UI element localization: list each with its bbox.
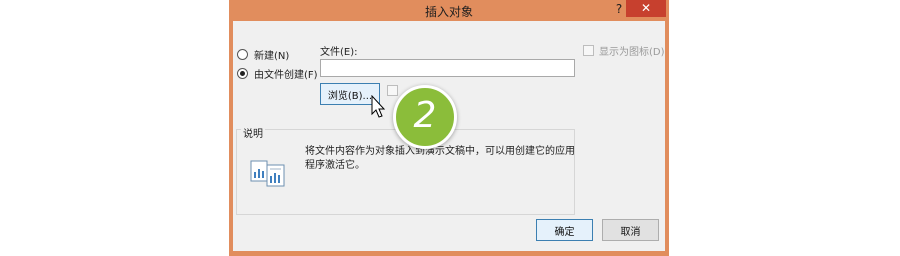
radio-new-label[interactable]: 新建(N) xyxy=(254,47,289,62)
description-text: 将文件内容作为对象插入到演示文稿中，可以用创建它的应用程序激活它。 xyxy=(305,146,575,171)
mouse-pointer-icon xyxy=(371,95,386,118)
display-as-icon-checkbox[interactable] xyxy=(583,45,594,56)
object-document-icon xyxy=(250,160,285,187)
cancel-button[interactable]: 取消 xyxy=(602,219,659,241)
close-icon: ✕ xyxy=(640,1,652,15)
ok-button[interactable]: 确定 xyxy=(536,219,593,241)
dialog-body: 新建(N) 由文件创建(F) 文件(E): 浏览(B)... 显示为图标(D) … xyxy=(233,21,665,251)
radio-from-file-label[interactable]: 由文件创建(F) xyxy=(254,66,318,81)
link-checkbox[interactable] xyxy=(387,85,398,96)
radio-new[interactable]: 新建(N) xyxy=(237,47,289,62)
radio-from-file-indicator[interactable] xyxy=(237,68,248,79)
radio-new-indicator[interactable] xyxy=(237,49,248,60)
display-as-icon-option[interactable]: 显示为图标(D) xyxy=(583,43,665,58)
display-as-icon-label[interactable]: 显示为图标(D) xyxy=(599,43,665,58)
file-label: 文件(E): xyxy=(320,47,358,58)
close-button[interactable]: ✕ xyxy=(626,0,666,17)
radio-from-file[interactable]: 由文件创建(F) xyxy=(237,66,318,81)
title-bar: 插入对象 ? ✕ xyxy=(229,0,669,21)
dialog-title: 插入对象 xyxy=(424,5,473,19)
description-group-label: 说明 xyxy=(241,125,265,140)
insert-object-dialog: 插入对象 ? ✕ 新建(N) 由文件创建(F) 文件(E): 浏览(B)... … xyxy=(229,0,669,256)
step-number-badge: 2 xyxy=(393,85,457,149)
file-path-input[interactable] xyxy=(320,59,575,77)
